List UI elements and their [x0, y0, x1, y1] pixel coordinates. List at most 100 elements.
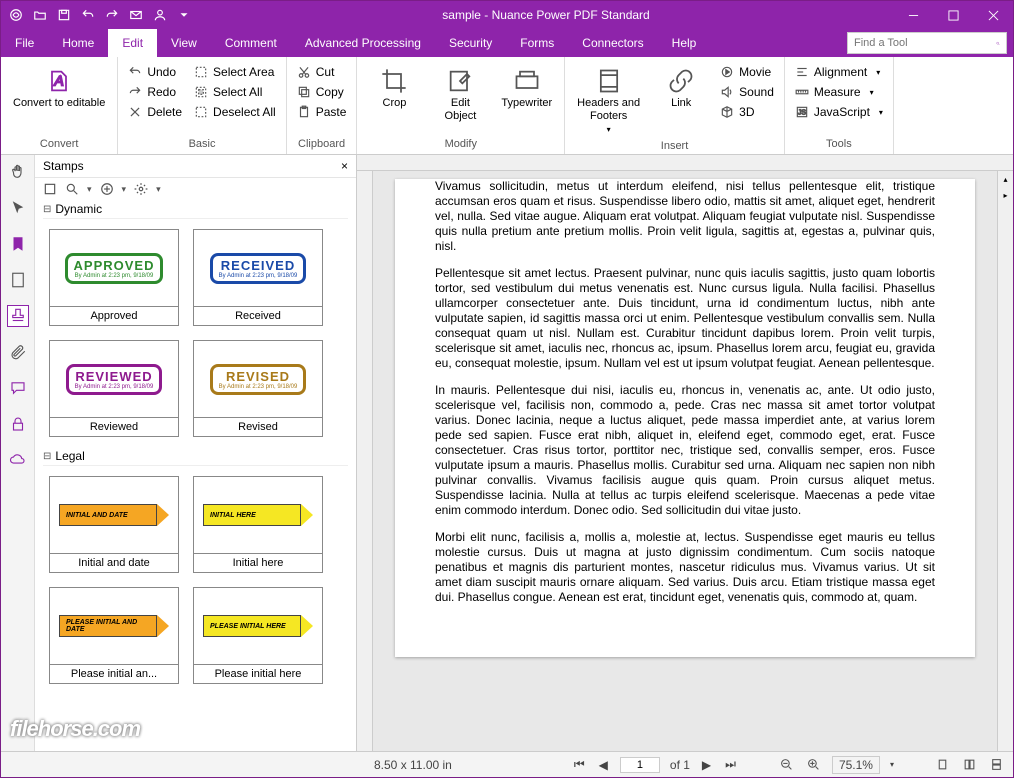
copy-button[interactable]: Copy	[293, 83, 351, 101]
crop-button[interactable]: Crop	[363, 63, 425, 114]
stamp-item[interactable]: PLEASE INITIAL AND DATEPlease initial an…	[49, 587, 179, 684]
stamp-list-icon[interactable]	[43, 182, 57, 196]
hand-tool-icon[interactable]	[7, 161, 29, 183]
paragraph: Pellentesque sit amet lectus. Praesent p…	[435, 266, 935, 371]
cut-button[interactable]: Cut	[293, 63, 351, 81]
menu-security[interactable]: Security	[435, 29, 506, 57]
sound-button[interactable]: Sound	[716, 83, 778, 101]
menu-help[interactable]: Help	[658, 29, 711, 57]
redo-icon[interactable]	[103, 6, 121, 24]
alignment-button[interactable]: Alignment▾	[791, 63, 887, 81]
convert-editable-button[interactable]: A Convert to editable	[7, 63, 111, 114]
zoom-out-icon[interactable]	[778, 758, 795, 771]
app-icon[interactable]	[7, 6, 25, 24]
menu-home[interactable]: Home	[48, 29, 108, 57]
document-area: Vivamus sollicitudin, metus ut interdum …	[357, 155, 1013, 751]
stamp-item[interactable]: RECEIVEDBy Admin at 2:23 pm, 9/18/09Rece…	[193, 229, 323, 326]
panel-title: Stamps	[43, 159, 84, 173]
close-button[interactable]	[973, 1, 1013, 29]
deselect-all-button[interactable]: Deselect All	[190, 103, 280, 121]
select-all-button[interactable]: Select All	[190, 83, 280, 101]
zoom-in-icon[interactable]	[805, 758, 822, 771]
stamp-item[interactable]: INITIAL AND DATEInitial and date	[49, 476, 179, 573]
stamp-gear-icon[interactable]	[134, 182, 148, 196]
category-legal[interactable]: Legal	[43, 447, 348, 466]
stamp-item[interactable]: INITIAL HEREInitial here	[193, 476, 323, 573]
undo-button[interactable]: Undo	[124, 63, 186, 81]
zoom-level[interactable]: 75.1%	[832, 756, 880, 774]
measure-button[interactable]: Measure▾	[791, 83, 887, 101]
paragraph: Vivamus sollicitudin, metus ut interdum …	[435, 179, 935, 254]
save-icon[interactable]	[55, 6, 73, 24]
stamp-tab-icon[interactable]	[7, 305, 29, 327]
comment-icon[interactable]	[7, 377, 29, 399]
cloud-icon[interactable]	[7, 449, 29, 471]
menu-comment[interactable]: Comment	[211, 29, 291, 57]
dropdown-icon[interactable]	[175, 6, 193, 24]
typewriter-button[interactable]: Typewriter	[495, 63, 558, 114]
next-page-icon[interactable]: ▶	[700, 758, 713, 772]
find-tool-input[interactable]	[854, 37, 996, 49]
paste-button[interactable]: Paste	[293, 103, 351, 121]
category-dynamic[interactable]: Dynamic	[43, 200, 348, 219]
stamp-search-icon[interactable]	[65, 182, 79, 196]
page-thumbs-icon[interactable]	[7, 269, 29, 291]
stamp-add-icon[interactable]	[100, 182, 114, 196]
svg-text:A: A	[54, 73, 64, 89]
view-mode2-icon[interactable]	[961, 758, 978, 771]
titlebar: sample - Nuance Power PDF Standard	[1, 1, 1013, 29]
find-tool-box[interactable]	[847, 32, 1007, 54]
arrow-tool-icon[interactable]	[7, 197, 29, 219]
stamp-item[interactable]: APPROVEDBy Admin at 2:23 pm, 9/18/09Appr…	[49, 229, 179, 326]
search-icon[interactable]	[996, 37, 1000, 50]
headers-footers-button[interactable]: Headers and Footers▾	[571, 63, 646, 140]
stamp-item[interactable]: REVISEDBy Admin at 2:23 pm, 9/18/09Revis…	[193, 340, 323, 437]
lock-icon[interactable]	[7, 413, 29, 435]
panel-toolbar: ▾ ▾ ▾	[35, 178, 356, 200]
view-mode3-icon[interactable]	[988, 758, 1005, 771]
javascript-button[interactable]: JSJavaScript▾	[791, 103, 887, 121]
redo-button[interactable]: Redo	[124, 83, 186, 101]
page-size-label: 8.50 x 11.00 in	[374, 758, 452, 772]
window-title: sample - Nuance Power PDF Standard	[199, 8, 893, 22]
prev-page-icon[interactable]: ◀	[597, 758, 610, 772]
page-number-input[interactable]	[620, 757, 660, 773]
attachment-icon[interactable]	[7, 341, 29, 363]
paragraph: Morbi elit nunc, facilisis a, mollis a, …	[435, 530, 935, 605]
delete-button[interactable]: Delete	[124, 103, 186, 121]
page-total-label: of 1	[670, 758, 690, 772]
scroll-up-icon[interactable]: ▴	[998, 171, 1013, 187]
menu-connectors[interactable]: Connectors	[568, 29, 657, 57]
workspace: Stamps × ▾ ▾ ▾ Dynamic APPROVEDBy Admin …	[1, 155, 1013, 751]
paragraph: In mauris. Pellentesque dui nisi, iaculi…	[435, 383, 935, 518]
edit-object-button[interactable]: Edit Object	[429, 63, 491, 127]
stamp-item[interactable]: PLEASE INITIAL HEREPlease initial here	[193, 587, 323, 684]
undo-icon[interactable]	[79, 6, 97, 24]
ruler-horizontal	[357, 155, 1013, 171]
first-page-icon[interactable]: ⏮	[572, 757, 587, 772]
menu-advanced[interactable]: Advanced Processing	[291, 29, 435, 57]
mail-icon[interactable]	[127, 6, 145, 24]
last-page-icon[interactable]: ⏭	[723, 757, 738, 772]
movie-button[interactable]: Movie	[716, 63, 778, 81]
menu-view[interactable]: View	[157, 29, 211, 57]
menu-file[interactable]: File	[1, 29, 48, 57]
minimize-button[interactable]	[893, 1, 933, 29]
stamp-item[interactable]: REVIEWEDBy Admin at 2:23 pm, 9/18/09Revi…	[49, 340, 179, 437]
side-tabs	[1, 155, 35, 751]
maximize-button[interactable]	[933, 1, 973, 29]
link-button[interactable]: Link	[650, 63, 712, 114]
panel-close-icon[interactable]: ×	[341, 159, 348, 173]
3d-button[interactable]: 3D	[716, 103, 778, 121]
user-icon[interactable]	[151, 6, 169, 24]
scrollbar-vertical[interactable]: ▴ ▸	[997, 171, 1013, 751]
menu-edit[interactable]: Edit	[108, 29, 157, 57]
view-mode1-icon[interactable]	[934, 758, 951, 771]
select-area-button[interactable]: Select Area	[190, 63, 280, 81]
open-icon[interactable]	[31, 6, 49, 24]
menu-forms[interactable]: Forms	[506, 29, 568, 57]
bookmark-icon[interactable]	[7, 233, 29, 255]
ribbon: A Convert to editable Convert Undo Redo …	[1, 57, 1013, 155]
scroll-right-icon[interactable]: ▸	[998, 187, 1013, 203]
document-page: Vivamus sollicitudin, metus ut interdum …	[395, 179, 975, 657]
